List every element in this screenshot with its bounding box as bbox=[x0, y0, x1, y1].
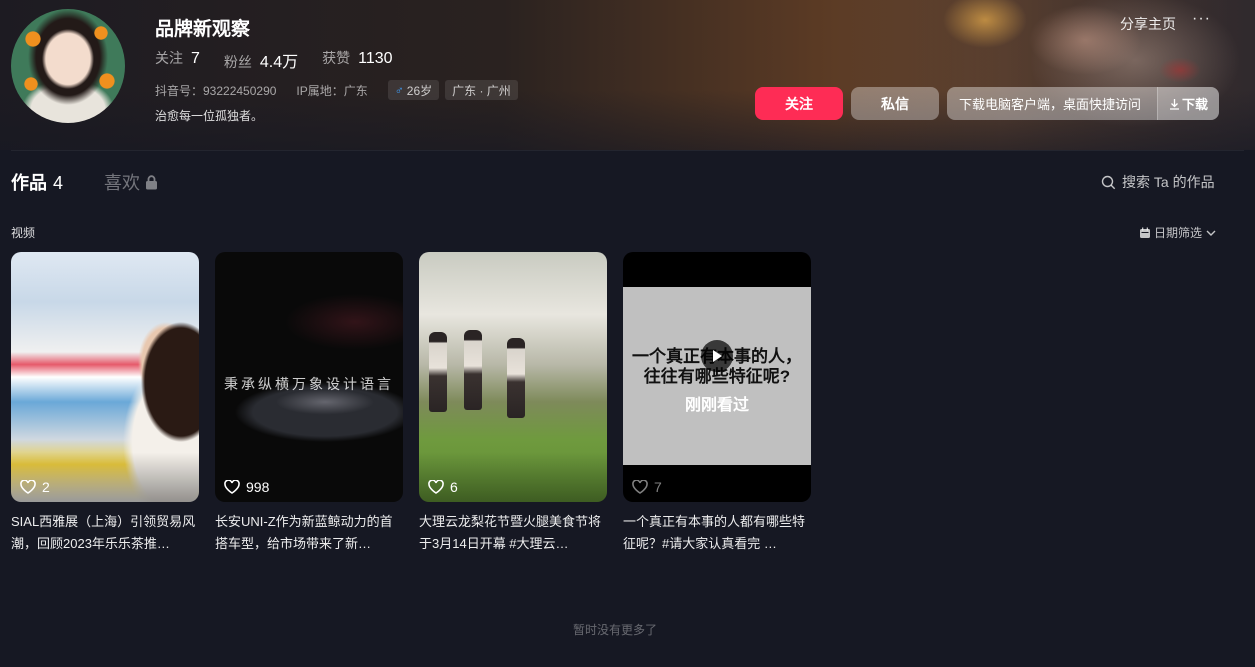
video-card[interactable]: 6 大理云龙梨花节暨火腿美食节将于3月14日开幕 #大理云… bbox=[419, 252, 607, 555]
likes-label: 获赞 bbox=[322, 50, 351, 66]
download-button[interactable]: 下载 bbox=[1157, 87, 1219, 120]
follow-button[interactable]: 关注 bbox=[755, 87, 843, 120]
download-icon bbox=[1169, 98, 1179, 110]
heart-icon bbox=[632, 480, 648, 494]
person-figure bbox=[464, 330, 482, 410]
no-more-content: 暂时没有更多了 bbox=[572, 623, 657, 637]
video-likes: 7 bbox=[632, 479, 662, 495]
fans-count: 4.4万 bbox=[259, 54, 299, 71]
tab-works-label: 作品 bbox=[11, 173, 47, 193]
message-button[interactable]: 私信 bbox=[851, 87, 939, 120]
tab-likes-label: 喜欢 bbox=[104, 173, 140, 193]
download-client-banner[interactable]: 下载电脑客户端，桌面快捷访问 下载 bbox=[947, 87, 1219, 120]
tab-likes[interactable]: 喜欢 bbox=[104, 169, 158, 195]
section-label: 视频 bbox=[11, 226, 36, 240]
video-likes: 998 bbox=[224, 479, 269, 495]
heart-icon bbox=[428, 480, 444, 494]
video-thumbnail[interactable]: 一个真正有本事的人， 往往有哪些特征呢? 刚刚看过 7 bbox=[623, 252, 811, 502]
ip-location: IP属地：广东 bbox=[296, 83, 368, 98]
tab-works[interactable]: 作品 4 bbox=[11, 169, 63, 195]
video-card[interactable]: 秉承纵横万象设计语言 998 长安UNI-Z作为新蓝鲸动力的首搭车型，给市场带来… bbox=[215, 252, 403, 555]
download-button-label: 下载 bbox=[1181, 97, 1208, 112]
download-client-text: 下载电脑客户端，桌面快捷访问 bbox=[959, 97, 1142, 112]
date-filter-label: 日期筛选 bbox=[1154, 226, 1203, 240]
play-icon[interactable] bbox=[701, 340, 733, 372]
likes-count: 1130 bbox=[358, 50, 393, 67]
avatar[interactable] bbox=[11, 9, 125, 123]
following-stat[interactable]: 关注 7 bbox=[155, 48, 200, 72]
video-likes-count: 998 bbox=[246, 479, 270, 495]
heart-icon bbox=[20, 480, 36, 494]
search-works-button[interactable]: 搜索 Ta 的作品 bbox=[1101, 172, 1215, 192]
profile-meta: 抖音号：93222450290 IP属地：广东 ♂ 26岁 广东 · 广州 bbox=[155, 80, 524, 100]
date-filter-dropdown[interactable]: 日期筛选 bbox=[1139, 224, 1216, 241]
male-icon: ♂ bbox=[394, 83, 404, 97]
chevron-down-icon bbox=[1206, 230, 1216, 236]
share-profile-button[interactable]: 分享主页 bbox=[1120, 14, 1176, 34]
calendar-icon bbox=[1140, 227, 1150, 238]
tab-works-count: 4 bbox=[53, 173, 64, 193]
video-card[interactable]: 一个真正有本事的人， 往往有哪些特征呢? 刚刚看过 7 一个真正有本事的人都有哪… bbox=[623, 252, 811, 555]
heart-icon bbox=[224, 480, 240, 494]
video-likes: 6 bbox=[428, 479, 458, 495]
video-thumbnail[interactable]: 6 bbox=[419, 252, 607, 502]
video-overlay-text: 秉承纵横万象设计语言 bbox=[224, 376, 394, 392]
fans-stat[interactable]: 粉丝 4.4万 bbox=[224, 48, 298, 72]
header-divider bbox=[11, 150, 1244, 151]
video-title[interactable]: 长安UNI-Z作为新蓝鲸动力的首搭车型，给市场带来了新… bbox=[215, 511, 403, 555]
video-likes-count: 2 bbox=[42, 479, 50, 495]
person-figure bbox=[507, 338, 525, 418]
video-likes-count: 6 bbox=[450, 479, 458, 495]
profile-bio: 治愈每一位孤独者。 bbox=[155, 109, 264, 123]
age-text: 26岁 bbox=[406, 83, 433, 98]
search-works-label: 搜索 Ta 的作品 bbox=[1122, 174, 1215, 190]
region-tag: 广东 · 广州 bbox=[445, 80, 518, 100]
search-icon bbox=[1101, 175, 1116, 189]
video-title[interactable]: 一个真正有本事的人都有哪些特征呢？#请大家认真看完 … bbox=[623, 511, 811, 555]
video-likes-count: 7 bbox=[654, 479, 662, 495]
lock-icon bbox=[146, 174, 157, 189]
more-options-icon[interactable]: ··· bbox=[1192, 10, 1211, 28]
likes-stat: 获赞 1130 bbox=[322, 48, 392, 72]
video-thumbnail[interactable]: 秉承纵横万象设计语言 998 bbox=[215, 252, 403, 502]
person-figure bbox=[429, 332, 447, 412]
fans-label: 粉丝 bbox=[223, 54, 252, 70]
douyin-id: 抖音号：93222450290 bbox=[155, 83, 277, 98]
video-card[interactable]: 2 SIAL西雅展（上海）引领贸易风潮，回顾2023年乐乐茶推… bbox=[11, 252, 199, 555]
video-thumbnail[interactable]: 2 bbox=[11, 252, 199, 502]
video-title[interactable]: SIAL西雅展（上海）引领贸易风潮，回顾2023年乐乐茶推… bbox=[11, 511, 199, 555]
profile-name: 品牌新观察 bbox=[155, 19, 251, 40]
watched-badge: 刚刚看过 bbox=[684, 397, 749, 414]
video-title[interactable]: 大理云龙梨花节暨火腿美食节将于3月14日开幕 #大理云… bbox=[419, 511, 607, 555]
following-count: 7 bbox=[191, 50, 200, 67]
video-likes: 2 bbox=[20, 479, 50, 495]
following-label: 关注 bbox=[155, 50, 183, 66]
age-tag: ♂ 26岁 bbox=[387, 80, 440, 100]
profile-stats: 关注 7 粉丝 4.4万 获赞 1130 bbox=[155, 48, 417, 72]
